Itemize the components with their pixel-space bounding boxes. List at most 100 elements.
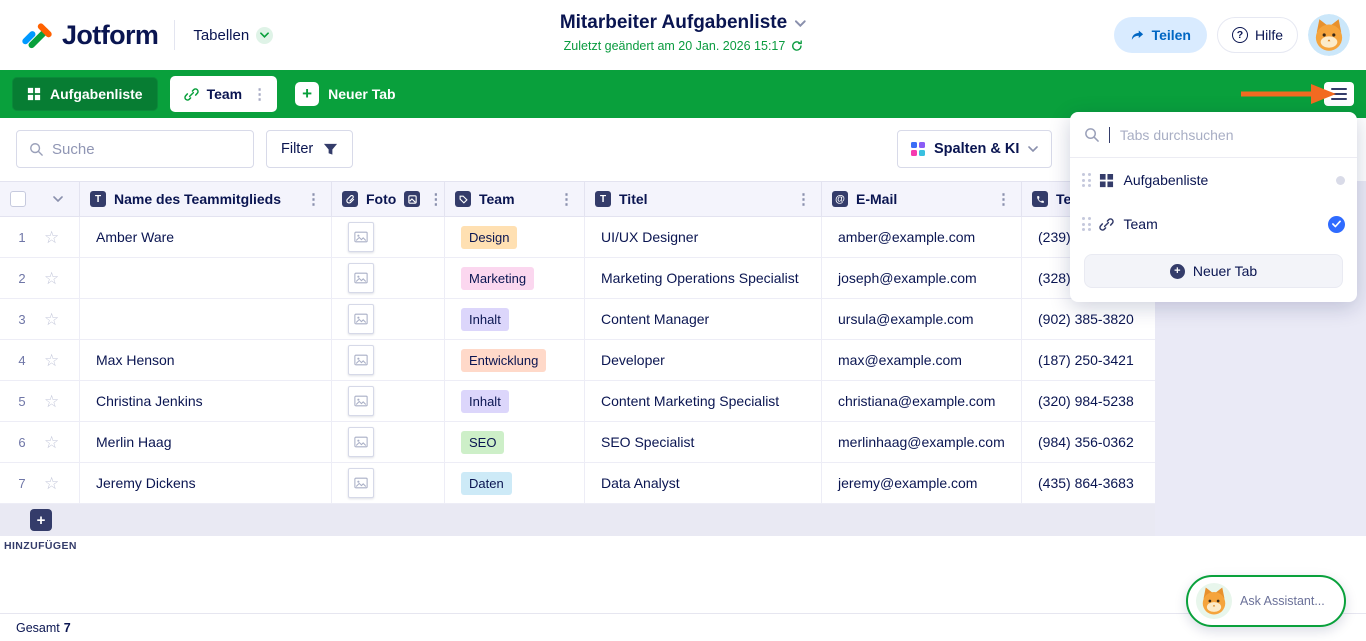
tab-options-kebab-icon[interactable]: ⋮: [252, 85, 267, 103]
cell-name[interactable]: Christina Jenkins: [80, 381, 332, 421]
column-header-team[interactable]: Team ⋮: [445, 182, 585, 216]
column-header-email[interactable]: @ E-Mail ⋮: [822, 182, 1022, 216]
cell-email[interactable]: jeremy@example.com: [822, 463, 1022, 503]
star-icon[interactable]: ☆: [44, 475, 59, 492]
cell-title[interactable]: Data Analyst: [585, 463, 822, 503]
cell-photo[interactable]: [332, 299, 445, 339]
cell-team[interactable]: SEO: [445, 422, 585, 462]
cell-email[interactable]: merlinhaag@example.com: [822, 422, 1022, 462]
column-header-foto[interactable]: Foto ⋮: [332, 182, 445, 216]
cell-phone[interactable]: (902) 385-3820: [1022, 299, 1155, 339]
column-menu-kebab-icon[interactable]: ⋮: [796, 192, 811, 207]
table-row[interactable]: 2 ☆ Marketing Marketing Operations Speci…: [0, 258, 1155, 299]
cell-team[interactable]: Marketing: [445, 258, 585, 298]
cell-photo[interactable]: [332, 217, 445, 257]
cell-phone[interactable]: (320) 984-5238: [1022, 381, 1155, 421]
star-icon[interactable]: ☆: [44, 434, 59, 451]
last-edited-text: Zuletzt geändert am 20 Jan. 2026 15:17: [564, 39, 786, 53]
column-menu-kebab-icon[interactable]: ⋮: [996, 192, 1011, 207]
share-button[interactable]: Teilen: [1114, 17, 1207, 53]
help-button[interactable]: ? Hilfe: [1217, 17, 1298, 53]
search-input[interactable]: [52, 141, 241, 158]
ask-assistant-button[interactable]: Ask Assistant...: [1186, 575, 1346, 627]
cell-title[interactable]: SEO Specialist: [585, 422, 822, 462]
table-body: 1 ☆ Amber Ware Design UI/UX Designer amb…: [0, 217, 1155, 504]
star-icon[interactable]: ☆: [44, 311, 59, 328]
cell-title[interactable]: Developer: [585, 340, 822, 380]
cell-team[interactable]: Inhalt: [445, 381, 585, 421]
cell-photo[interactable]: [332, 381, 445, 421]
cell-name[interactable]: Max Henson: [80, 340, 332, 380]
dropdown-new-tab-button[interactable]: + Neuer Tab: [1084, 254, 1343, 288]
refresh-icon[interactable]: [790, 40, 802, 52]
tabs-list-menu-button[interactable]: [1324, 82, 1354, 106]
column-header-titel[interactable]: T Titel ⋮: [585, 182, 822, 216]
row-height-chevron-icon[interactable]: [53, 196, 63, 202]
title-chevron-down-icon[interactable]: [795, 20, 806, 27]
star-icon[interactable]: ☆: [44, 270, 59, 287]
table-row[interactable]: 4 ☆ Max Henson Entwicklung Developer max…: [0, 340, 1155, 381]
cell-photo[interactable]: [332, 340, 445, 380]
cell-team[interactable]: Design: [445, 217, 585, 257]
data-grid: T Name des Teammitglieds ⋮ Foto ⋮ Team ⋮…: [0, 181, 1155, 536]
tab-team[interactable]: Team ⋮: [170, 76, 278, 112]
cell-phone[interactable]: (187) 250-3421: [1022, 340, 1155, 380]
cell-photo[interactable]: [332, 422, 445, 462]
add-row-band[interactable]: [0, 504, 1155, 536]
cell-photo[interactable]: [332, 463, 445, 503]
cell-title[interactable]: Marketing Operations Specialist: [585, 258, 822, 298]
column-menu-kebab-icon[interactable]: ⋮: [306, 192, 321, 207]
jotform-logo[interactable]: Jotform: [20, 18, 158, 52]
column-menu-kebab-icon[interactable]: ⋮: [559, 192, 574, 207]
drag-handle-icon[interactable]: [1082, 173, 1091, 187]
user-avatar[interactable]: [1308, 14, 1350, 56]
drag-handle-icon[interactable]: [1082, 217, 1091, 231]
cell-name[interactable]: [80, 299, 332, 339]
share-button-label: Teilen: [1152, 27, 1191, 43]
table-row[interactable]: 6 ☆ Merlin Haag SEO SEO Specialist merli…: [0, 422, 1155, 463]
search-box[interactable]: [16, 130, 254, 168]
link-icon: [1099, 217, 1114, 232]
tables-menu[interactable]: Tabellen: [193, 27, 273, 44]
star-icon[interactable]: ☆: [44, 393, 59, 410]
star-icon[interactable]: ☆: [44, 352, 59, 369]
team-badge: SEO: [461, 431, 504, 454]
new-tab-button[interactable]: + Neuer Tab: [295, 82, 395, 106]
cell-photo[interactable]: [332, 258, 445, 298]
table-row[interactable]: 5 ☆ Christina Jenkins Inhalt Content Mar…: [0, 381, 1155, 422]
cell-name[interactable]: Jeremy Dickens: [80, 463, 332, 503]
cell-title[interactable]: Content Manager: [585, 299, 822, 339]
tab-aufgabenliste[interactable]: Aufgabenliste: [12, 77, 158, 111]
filter-button[interactable]: Filter: [266, 130, 353, 168]
star-icon[interactable]: ☆: [44, 229, 59, 246]
cell-name[interactable]: Merlin Haag: [80, 422, 332, 462]
table-row[interactable]: 1 ☆ Amber Ware Design UI/UX Designer amb…: [0, 217, 1155, 258]
cell-phone[interactable]: (984) 356-0362: [1022, 422, 1155, 462]
cell-email[interactable]: joseph@example.com: [822, 258, 1022, 298]
cell-title[interactable]: Content Marketing Specialist: [585, 381, 822, 421]
cell-email[interactable]: christiana@example.com: [822, 381, 1022, 421]
cell-email[interactable]: amber@example.com: [822, 217, 1022, 257]
table-row[interactable]: 3 ☆ Inhalt Content Manager ursula@exampl…: [0, 299, 1155, 340]
tabs-menu-item-aufgabenliste[interactable]: Aufgabenliste: [1070, 158, 1357, 202]
column-header-name[interactable]: T Name des Teammitglieds ⋮: [80, 182, 332, 216]
cell-team[interactable]: Daten: [445, 463, 585, 503]
cell-name[interactable]: Amber Ware: [80, 217, 332, 257]
tabs-search-box[interactable]: [1070, 112, 1357, 158]
tabs-search-input[interactable]: [1120, 127, 1343, 143]
cell-phone[interactable]: (435) 864-3683: [1022, 463, 1155, 503]
select-all-checkbox[interactable]: [10, 191, 26, 207]
column-menu-kebab-icon[interactable]: ⋮: [428, 192, 443, 207]
tabs-menu-item-team[interactable]: Team: [1070, 202, 1357, 246]
photo-placeholder: [348, 427, 374, 457]
cell-name[interactable]: [80, 258, 332, 298]
cell-email[interactable]: ursula@example.com: [822, 299, 1022, 339]
cell-team[interactable]: Inhalt: [445, 299, 585, 339]
columns-ai-button[interactable]: Spalten & KI: [897, 130, 1052, 168]
cell-email[interactable]: max@example.com: [822, 340, 1022, 380]
cell-team[interactable]: Entwicklung: [445, 340, 585, 380]
image-preview-badge-icon[interactable]: [404, 191, 420, 207]
cell-title[interactable]: UI/UX Designer: [585, 217, 822, 257]
table-row[interactable]: 7 ☆ Jeremy Dickens Daten Data Analyst je…: [0, 463, 1155, 504]
add-row-button[interactable]: +: [30, 509, 52, 531]
